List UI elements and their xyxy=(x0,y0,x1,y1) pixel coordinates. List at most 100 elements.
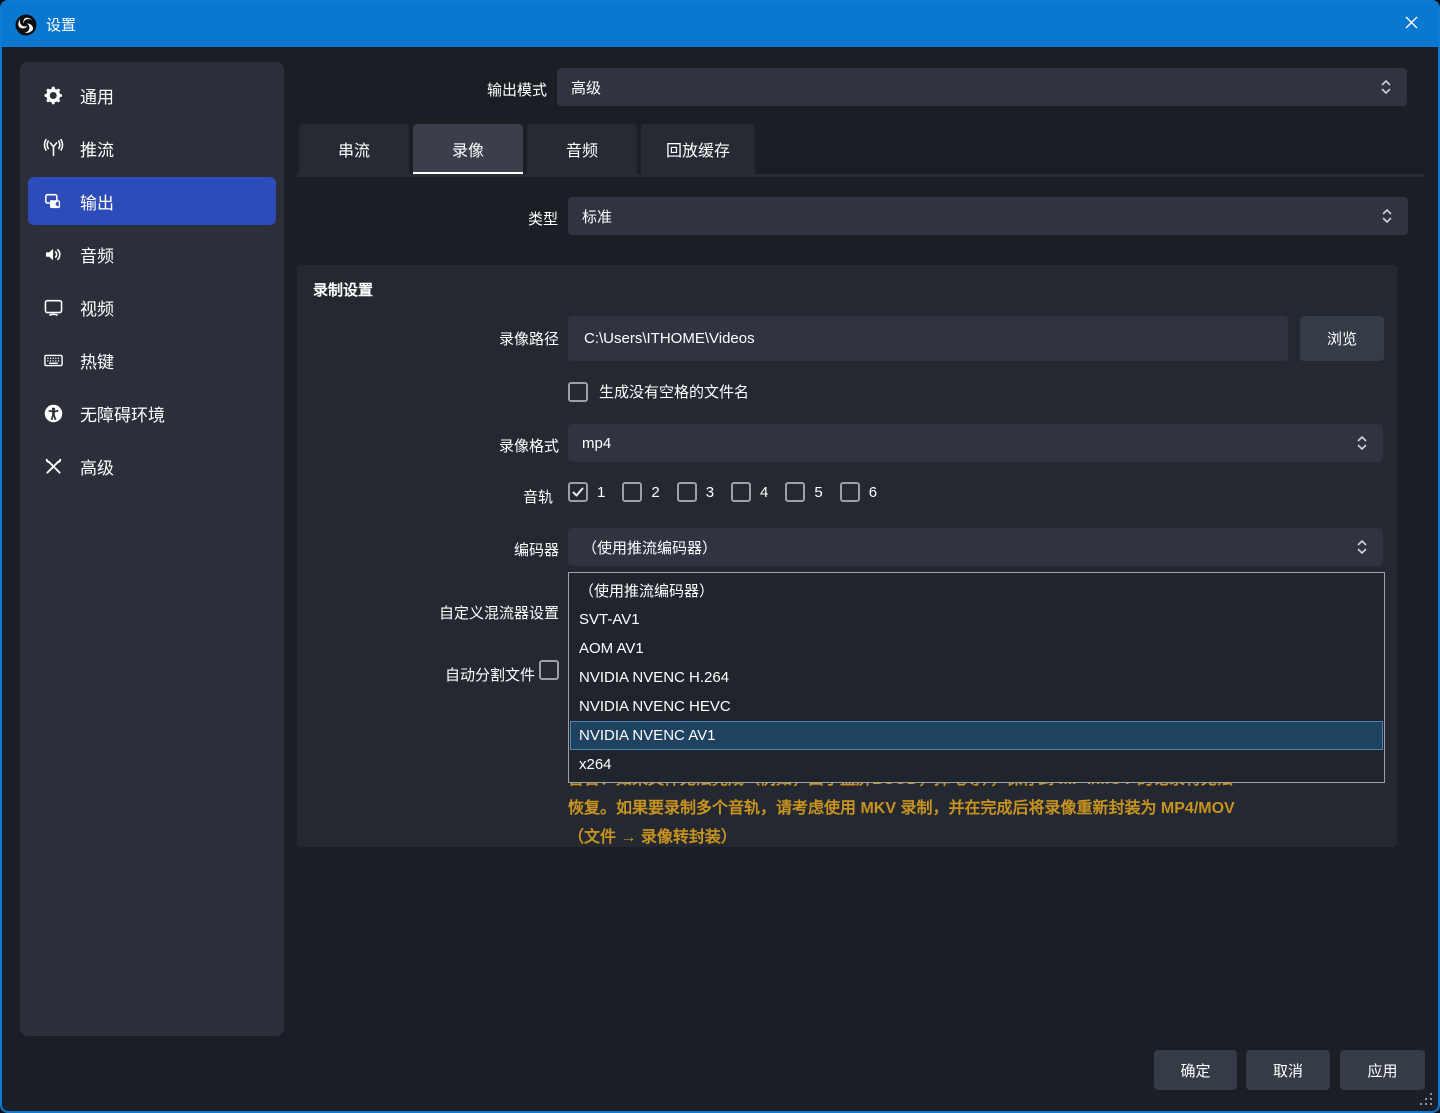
sidebar-item-label: 音频 xyxy=(80,242,114,267)
sidebar-item-label: 推流 xyxy=(80,136,114,161)
encoder-option-use-stream-encoder[interactable]: （使用推流编码器） xyxy=(570,576,1383,605)
accessibility-icon xyxy=(42,402,64,424)
sidebar-item-label: 无障碍环境 xyxy=(80,401,165,426)
tab-recording[interactable]: 录像 xyxy=(413,124,523,174)
track-5-label: 5 xyxy=(814,484,822,501)
encoder-dropdown-list: （使用推流编码器） SVT-AV1 AOM AV1 NVIDIA NVENC H… xyxy=(568,572,1385,783)
no-space-filename-checkbox[interactable] xyxy=(568,382,588,402)
group-title: 录制设置 xyxy=(313,279,373,300)
close-button[interactable] xyxy=(1396,10,1426,40)
resize-grip[interactable] xyxy=(1430,1103,1432,1105)
sidebar-item-output[interactable]: 输出 xyxy=(28,177,276,225)
ok-button[interactable]: 确定 xyxy=(1154,1050,1237,1090)
warning-line-2: 恢复。如果要录制多个音轨，请考虑使用 MKV 录制，并在完成后将录像重新封装为 … xyxy=(568,794,1388,823)
recording-path-value: C:\Users\ITHOME\Videos xyxy=(584,330,755,347)
track-1: 1 xyxy=(568,482,605,502)
keyboard-icon xyxy=(42,349,64,371)
obs-logo-icon xyxy=(14,13,38,37)
window-title: 设置 xyxy=(46,14,76,35)
track-1-label: 1 xyxy=(597,484,605,501)
tab-replay-buffer[interactable]: 回放缓存 xyxy=(641,124,755,174)
recording-format-select[interactable]: mp4 xyxy=(568,424,1383,462)
track-1-checkbox[interactable] xyxy=(568,482,588,502)
gear-icon xyxy=(42,84,64,106)
track-3-checkbox[interactable] xyxy=(677,482,697,502)
recording-format-value: mp4 xyxy=(582,435,1357,452)
track-4-checkbox[interactable] xyxy=(731,482,751,502)
browse-button[interactable]: 浏览 xyxy=(1300,316,1384,361)
broadcast-icon xyxy=(42,137,64,159)
recording-format-label: 录像格式 xyxy=(297,435,559,456)
sidebar-item-label: 热键 xyxy=(80,348,114,373)
encoder-select[interactable]: （使用推流编码器） xyxy=(568,528,1383,566)
auto-split-label: 自动分割文件 xyxy=(297,664,535,685)
sidebar-item-hotkeys[interactable]: 热键 xyxy=(28,336,276,384)
audio-track-row: 1 2 3 4 5 6 xyxy=(568,482,877,502)
spinner-icon xyxy=(1357,434,1369,452)
sidebar-item-advanced[interactable]: 高级 xyxy=(28,442,276,490)
tab-audio[interactable]: 音频 xyxy=(527,124,637,174)
custom-muxer-label: 自定义混流器设置 xyxy=(297,602,559,623)
track-6: 6 xyxy=(840,482,877,502)
no-space-filename-label: 生成没有空格的文件名 xyxy=(599,381,749,402)
encoder-option-svt-av1[interactable]: SVT-AV1 xyxy=(570,605,1383,634)
sidebar-item-video[interactable]: 视频 xyxy=(28,283,276,331)
no-space-filename-row: 生成没有空格的文件名 xyxy=(568,381,749,402)
recording-path-label: 录像路径 xyxy=(297,328,559,349)
track-6-checkbox[interactable] xyxy=(840,482,860,502)
tab-streaming[interactable]: 串流 xyxy=(299,124,409,174)
apply-button[interactable]: 应用 xyxy=(1340,1050,1425,1090)
spinner-icon xyxy=(1357,538,1369,556)
settings-sidebar: 通用 推流 输出 音频 视频 热键 无障碍环境 高级 xyxy=(20,62,284,1036)
encoder-option-nvenc-h264[interactable]: NVIDIA NVENC H.264 xyxy=(570,663,1383,692)
track-5-checkbox[interactable] xyxy=(785,482,805,502)
tools-icon xyxy=(42,455,64,477)
speaker-icon xyxy=(42,243,64,265)
tab-label: 串流 xyxy=(338,137,370,161)
tab-pane-divider xyxy=(297,174,1424,177)
type-select[interactable]: 标准 xyxy=(568,197,1408,235)
sidebar-item-audio[interactable]: 音频 xyxy=(28,230,276,278)
track-2-checkbox[interactable] xyxy=(622,482,642,502)
encoder-option-aom-av1[interactable]: AOM AV1 xyxy=(570,634,1383,663)
type-label: 类型 xyxy=(297,208,558,229)
sidebar-item-label: 高级 xyxy=(80,454,114,479)
output-camera-icon xyxy=(42,190,64,212)
recording-path-input[interactable]: C:\Users\ITHOME\Videos xyxy=(568,316,1288,361)
audio-track-label: 音轨 xyxy=(297,486,553,507)
warning-line-3: （文件 → 录像转封装） xyxy=(568,823,1388,847)
output-mode-label: 输出模式 xyxy=(297,79,547,100)
sidebar-item-accessibility[interactable]: 无障碍环境 xyxy=(28,389,276,437)
encoder-label: 编码器 xyxy=(297,539,559,560)
output-tabs: 串流 录像 音频 回放缓存 xyxy=(299,124,755,174)
sidebar-item-label: 视频 xyxy=(80,295,114,320)
close-icon xyxy=(1404,15,1419,35)
output-mode-select[interactable]: 高级 xyxy=(557,68,1407,106)
spinner-icon xyxy=(1381,78,1393,96)
cancel-button[interactable]: 取消 xyxy=(1246,1050,1330,1090)
type-value: 标准 xyxy=(582,206,1382,227)
track-4: 4 xyxy=(731,482,768,502)
encoder-option-nvenc-av1[interactable]: NVIDIA NVENC AV1 xyxy=(570,721,1383,750)
encoder-option-x264[interactable]: x264 xyxy=(570,750,1383,779)
tab-label: 音频 xyxy=(566,137,598,161)
track-5: 5 xyxy=(785,482,822,502)
encoder-option-nvenc-hevc[interactable]: NVIDIA NVENC HEVC xyxy=(570,692,1383,721)
track-3-label: 3 xyxy=(706,484,714,501)
track-2: 2 xyxy=(622,482,659,502)
sidebar-item-label: 输出 xyxy=(80,189,114,214)
auto-split-checkbox[interactable] xyxy=(539,660,559,680)
sidebar-item-general[interactable]: 通用 xyxy=(28,71,276,119)
tab-label: 录像 xyxy=(452,137,484,161)
monitor-icon xyxy=(42,296,64,318)
tab-label: 回放缓存 xyxy=(666,137,730,161)
output-mode-value: 高级 xyxy=(571,77,1381,98)
sidebar-item-stream[interactable]: 推流 xyxy=(28,124,276,172)
settings-window: 设置 通用 推流 输出 音频 视频 热键 xyxy=(0,0,1440,1113)
track-4-label: 4 xyxy=(760,484,768,501)
encoder-value: （使用推流编码器） xyxy=(582,537,1357,558)
track-2-label: 2 xyxy=(651,484,659,501)
track-6-label: 6 xyxy=(869,484,877,501)
titlebar[interactable]: 设置 xyxy=(2,2,1438,47)
sidebar-item-label: 通用 xyxy=(80,83,114,108)
